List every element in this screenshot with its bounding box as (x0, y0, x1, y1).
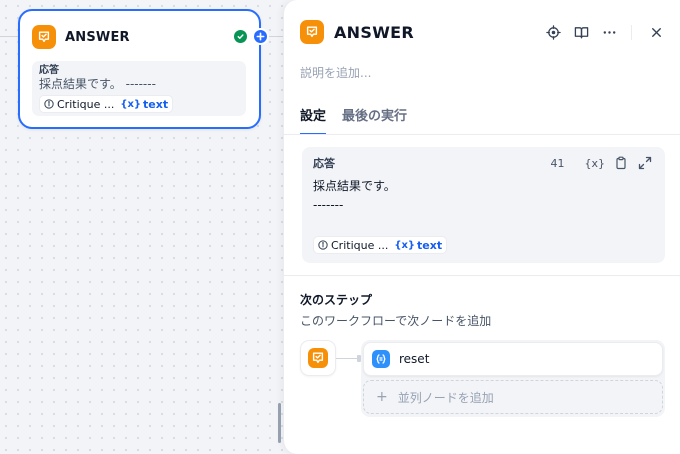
clipboard-icon[interactable] (613, 155, 629, 171)
response-text-line: 採点結果です。 (313, 179, 396, 193)
more-icon[interactable] (599, 22, 619, 42)
tabs-divider (284, 134, 680, 135)
node-title: ANSWER (65, 29, 130, 45)
variable-source: Critique ... (57, 97, 115, 111)
node-response-text: 採点結果です。 ------- (39, 77, 156, 91)
tab-last-run[interactable]: 最後の実行 (342, 105, 407, 135)
node-response-label: 応答 (39, 65, 59, 76)
answer-node[interactable]: ANSWER 応答 採点結果です。 ------- Critique ... {… (18, 9, 269, 129)
next-node-item[interactable]: reset (363, 342, 663, 376)
check-circle-icon (234, 30, 247, 43)
next-step-description: このワークフローで次ノードを追加 (300, 314, 492, 328)
variable-chip[interactable]: Critique ... {x} text (313, 236, 448, 254)
tab-settings[interactable]: 設定 (300, 105, 327, 135)
answer-icon (32, 25, 56, 49)
info-icon (318, 240, 328, 250)
variable-icon: {x} (120, 98, 142, 110)
variable-name: text (417, 238, 443, 252)
insert-variable-button[interactable]: {x} (584, 155, 605, 171)
variable-chip: Critique ... {x} text (39, 95, 174, 113)
panel-header: ANSWER (300, 20, 414, 44)
node-response-preview: 応答 採点結果です。 ------- Critique ... {x} text (32, 61, 246, 116)
response-toolbar: 41 {x} (550, 155, 653, 171)
next-node-label: reset (399, 352, 430, 366)
book-icon[interactable] (571, 22, 591, 42)
variable-source: Critique ... (331, 238, 389, 252)
panel-tabs: 設定 最後の実行 (300, 105, 423, 135)
add-parallel-node-button[interactable]: + 並列ノードを追加 (363, 380, 663, 414)
toolbar-divider (631, 24, 632, 40)
char-count: 41 (550, 156, 565, 170)
response-text-line: ------- (313, 198, 344, 212)
next-step-title: 次のステップ (300, 293, 373, 307)
info-icon (44, 99, 54, 109)
canvas-edge-left (0, 36, 18, 37)
panel-toolbar (535, 22, 666, 42)
next-nodes-group: reset + 並列ノードを追加 (361, 340, 665, 417)
answer-icon (308, 348, 328, 368)
section-divider (284, 275, 680, 276)
node-header: ANSWER (32, 25, 130, 49)
locate-icon[interactable] (543, 22, 563, 42)
variable-icon: {x} (394, 239, 416, 251)
panel-title[interactable]: ANSWER (334, 23, 414, 42)
close-icon[interactable] (646, 22, 666, 42)
node-settings-panel: ANSWER 説明を追加... 設定 最後の実行 応答 41 {x} 採点結果で… (283, 0, 680, 454)
variable-name: text (143, 97, 169, 111)
response-label: 応答 (313, 157, 335, 170)
description-input[interactable]: 説明を追加... (300, 64, 371, 81)
response-editor[interactable]: 応答 41 {x} 採点結果です。 ------- Critique ... {… (302, 147, 665, 263)
add-next-node-button[interactable] (252, 28, 269, 45)
current-node-thumb (300, 340, 336, 376)
plus-icon: + (376, 389, 388, 405)
add-parallel-label: 並列ノードを追加 (397, 390, 494, 405)
expand-icon[interactable] (637, 155, 653, 171)
variable-assigner-icon (372, 350, 390, 368)
answer-icon (300, 20, 324, 44)
resize-handle[interactable] (278, 403, 281, 443)
